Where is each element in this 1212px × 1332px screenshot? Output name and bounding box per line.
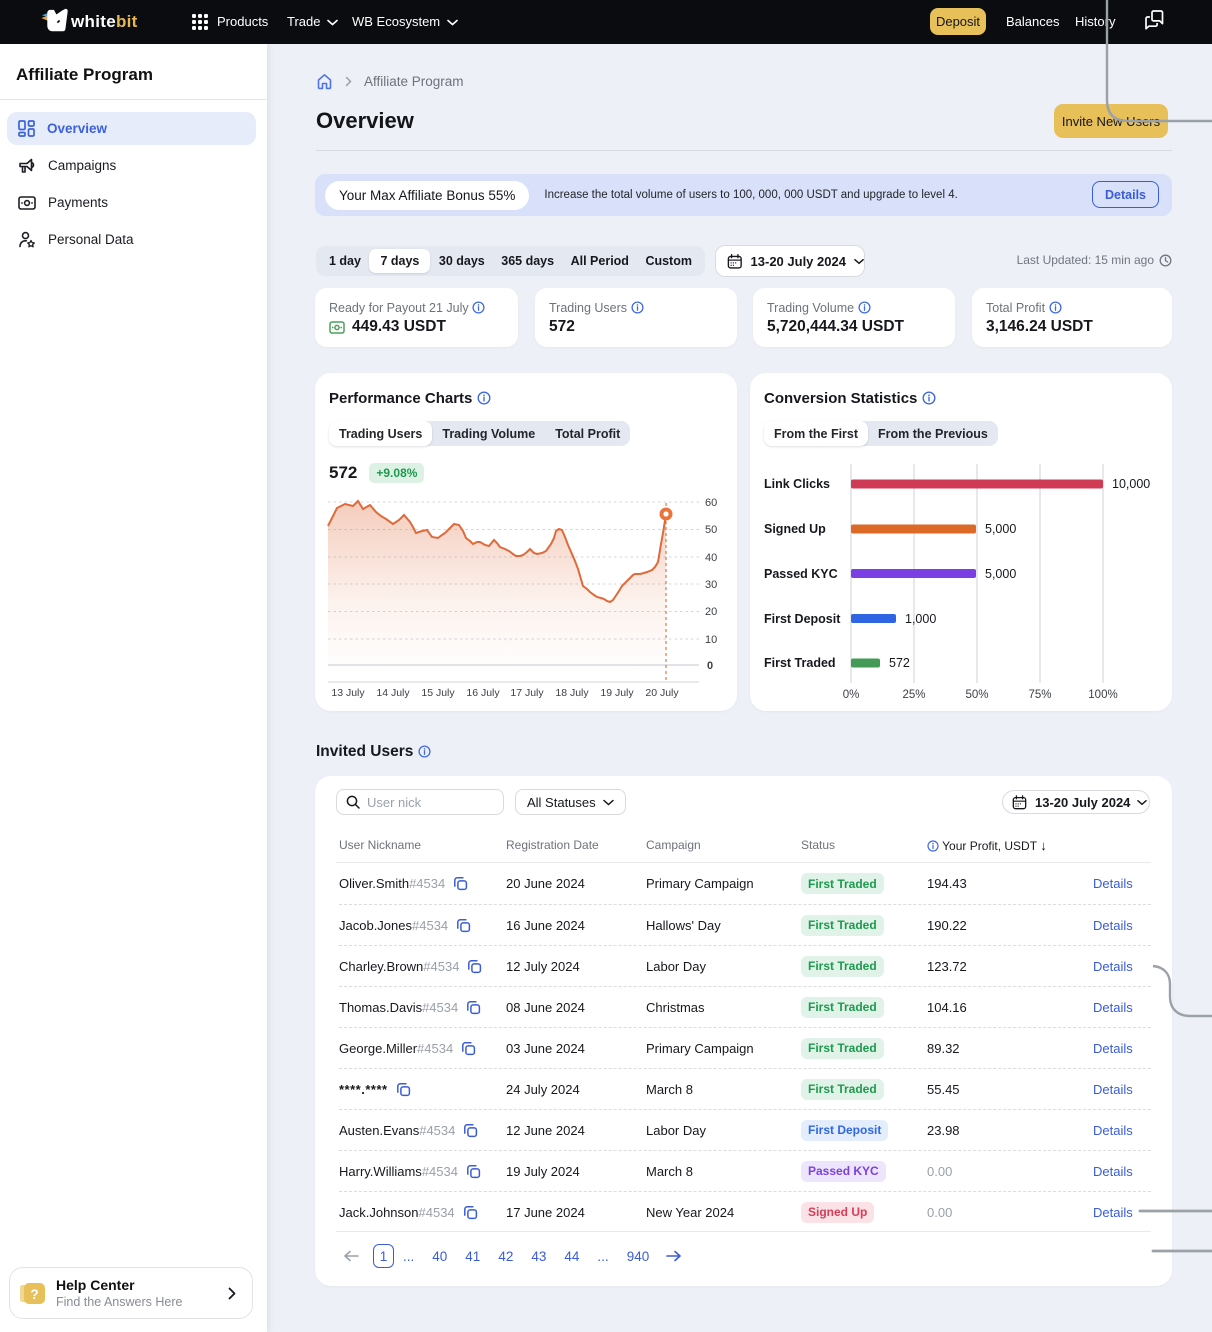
svg-text:18 July: 18 July <box>555 687 589 699</box>
svg-text:10: 10 <box>705 634 717 646</box>
svg-text:First Deposit: First Deposit <box>764 612 841 626</box>
svg-text:0%: 0% <box>843 689 860 701</box>
svg-text:1,000: 1,000 <box>905 612 936 626</box>
svg-text:First Traded: First Traded <box>764 656 836 670</box>
svg-text:25%: 25% <box>902 689 925 701</box>
svg-text:0: 0 <box>707 660 713 672</box>
svg-text:75%: 75% <box>1028 689 1051 701</box>
svg-text:16 July: 16 July <box>466 687 500 699</box>
svg-text:100%: 100% <box>1088 689 1117 701</box>
svg-text:50%: 50% <box>965 689 988 701</box>
svg-text:60: 60 <box>705 497 717 509</box>
svg-text:13 July: 13 July <box>331 687 365 699</box>
svg-text:Passed KYC: Passed KYC <box>764 567 838 581</box>
svg-text:20 July: 20 July <box>645 687 679 699</box>
svg-text:40: 40 <box>705 552 717 564</box>
svg-text:5,000: 5,000 <box>985 567 1016 581</box>
svg-text:20: 20 <box>705 606 717 618</box>
svg-text:30: 30 <box>705 579 717 591</box>
svg-text:15 July: 15 July <box>421 687 455 699</box>
svg-text:14 July: 14 July <box>376 687 410 699</box>
svg-text:Signed Up: Signed Up <box>764 522 826 536</box>
svg-text:Link Clicks: Link Clicks <box>764 477 830 491</box>
svg-text:572: 572 <box>889 656 910 670</box>
svg-text:5,000: 5,000 <box>985 522 1016 536</box>
svg-text:10,000: 10,000 <box>1112 477 1150 491</box>
svg-text:17 July: 17 July <box>510 687 544 699</box>
svg-text:19 July: 19 July <box>600 687 634 699</box>
svg-text:50: 50 <box>705 524 717 536</box>
